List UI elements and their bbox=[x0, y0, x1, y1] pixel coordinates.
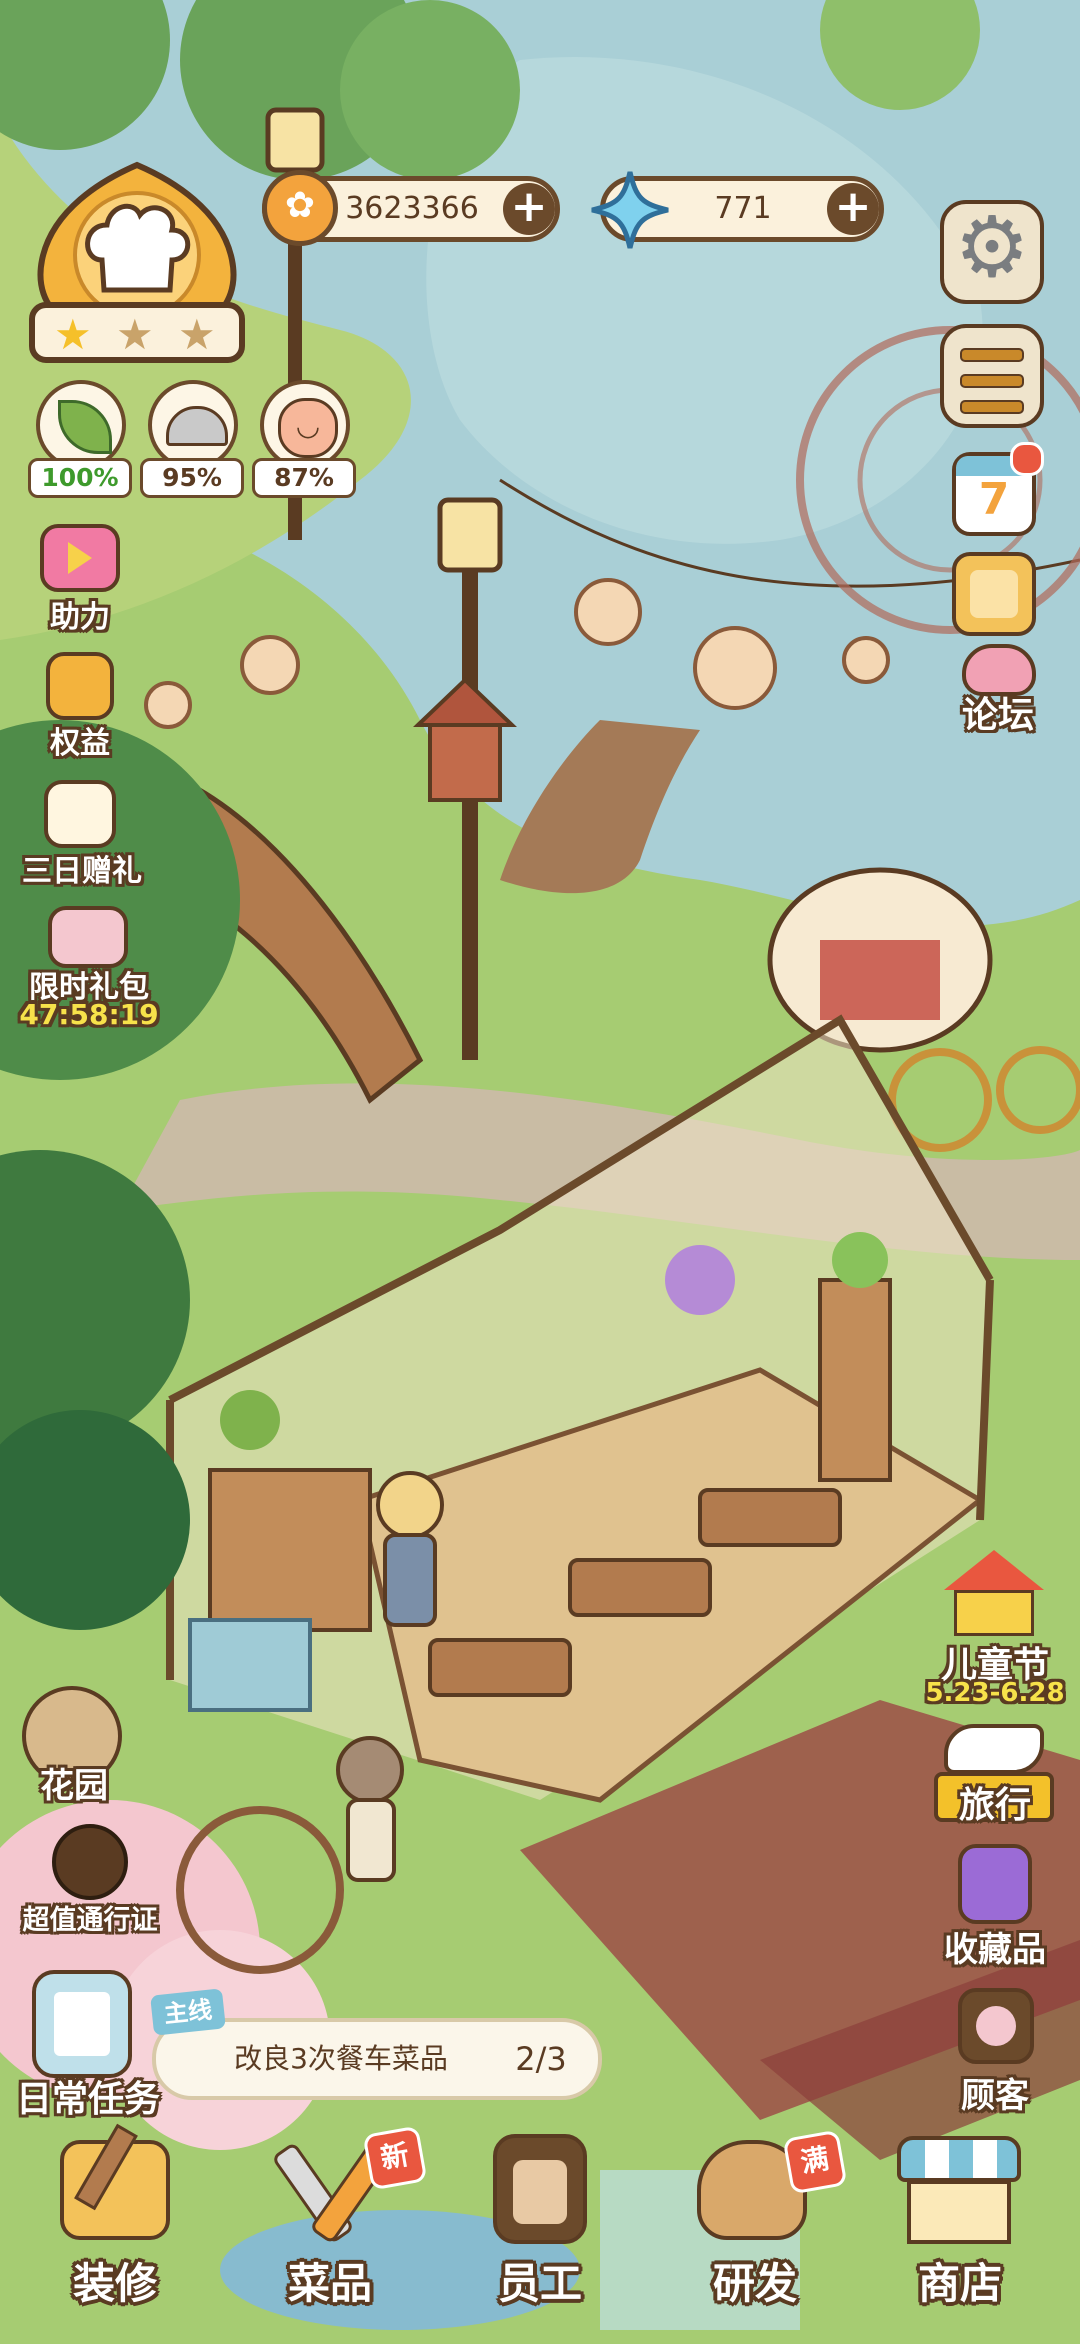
airplane-icon bbox=[944, 1724, 1044, 1774]
paint-bucket-icon bbox=[60, 2123, 170, 2240]
dog-mascot-icon bbox=[52, 1824, 128, 1900]
customers-button[interactable]: 顾客 bbox=[920, 1984, 1070, 2116]
three-day-gift-label: 三日赠礼 bbox=[22, 854, 142, 889]
stat-circle bbox=[36, 380, 126, 470]
garden-button[interactable]: 花园 bbox=[14, 1680, 134, 1810]
menu-button[interactable] bbox=[940, 324, 1044, 428]
benefits-label: 权益 bbox=[50, 726, 110, 761]
picture-icon bbox=[970, 570, 1018, 618]
travel-label: 旅行 bbox=[958, 1785, 1031, 1826]
limited-pack-timer: 47:58:19 bbox=[19, 998, 159, 1031]
photo-album-button[interactable] bbox=[952, 552, 1036, 636]
nav-shop-button[interactable]: 商店 bbox=[885, 2130, 1035, 2310]
collection-label: 收藏品 bbox=[944, 1930, 1046, 1970]
stat-circle: ◡ bbox=[260, 380, 350, 470]
smiley-icon: ◡ bbox=[278, 398, 338, 458]
childrens-day-dates: 5.23-6.28 bbox=[925, 1678, 1065, 1708]
nav-staff-label: 员工 bbox=[497, 2259, 582, 2308]
forum-label: 论坛 bbox=[961, 695, 1034, 736]
customers-label: 顾客 bbox=[961, 2076, 1029, 2116]
nav-decorate-button[interactable]: 装修 bbox=[40, 2123, 190, 2310]
stat-circle bbox=[148, 380, 238, 470]
star-icon: ★ bbox=[116, 310, 154, 359]
quest-text: 改良3次餐车菜品 bbox=[234, 2042, 448, 2075]
daily-tasks-label: 日常任务 bbox=[15, 2079, 160, 2120]
garden-label: 花园 bbox=[40, 1766, 108, 1806]
collection-button[interactable]: 收藏品 bbox=[920, 1840, 1070, 1970]
gift-shop-icon bbox=[48, 906, 128, 968]
gem-amount: 771 bbox=[714, 191, 772, 226]
nav-staff-button[interactable]: 员工 bbox=[465, 2130, 615, 2310]
clipboard-icon bbox=[32, 1970, 132, 2078]
quest-progress: 2/3 bbox=[515, 2040, 567, 2078]
coin-amount: 3623366 bbox=[345, 191, 479, 226]
nav-shop-label: 商店 bbox=[917, 2259, 1002, 2308]
gift-letter-icon bbox=[44, 780, 116, 848]
shop-awning-icon bbox=[897, 2136, 1021, 2246]
staff-badge-icon bbox=[493, 2134, 587, 2244]
daily-tasks-button[interactable]: 日常任务 bbox=[8, 1966, 168, 2120]
cloche-icon bbox=[166, 406, 228, 446]
full-badge: 满 bbox=[782, 2129, 848, 2195]
forum-button[interactable]: 论坛 bbox=[948, 640, 1048, 740]
customer-book-icon bbox=[958, 1988, 1034, 2064]
support-button[interactable]: 助力 bbox=[20, 520, 140, 635]
stat-freshness[interactable]: 100% bbox=[28, 380, 138, 500]
travel-button[interactable]: 旅行 bbox=[920, 1720, 1070, 1830]
quest-tag: 主线 bbox=[150, 1988, 226, 2036]
pass-label: 超值通行证 bbox=[22, 1905, 158, 1936]
calendar-day: 7 bbox=[978, 474, 1010, 525]
fork-spoon-icon bbox=[271, 2140, 393, 2245]
pass-button[interactable]: 超值通行证 bbox=[10, 1818, 170, 1938]
nav-research-label: 研发 bbox=[712, 2259, 797, 2308]
carousel-icon bbox=[944, 1550, 1044, 1640]
add-coins-button[interactable]: + bbox=[503, 183, 555, 235]
star-icon: ★ bbox=[178, 310, 216, 359]
chef-level-badge[interactable]: ★ ★ ★ bbox=[22, 150, 252, 380]
service-value: 95% bbox=[140, 458, 244, 498]
nav-research-button[interactable]: 满 研发 bbox=[675, 2129, 848, 2310]
vip-card-icon bbox=[46, 652, 114, 720]
list-icon bbox=[960, 348, 1024, 414]
gear-icon: ⚙ bbox=[954, 198, 1030, 296]
leaf-icon bbox=[58, 400, 112, 454]
support-label: 助力 bbox=[50, 600, 110, 635]
nav-dishes-button[interactable]: 新 菜品 bbox=[255, 2125, 428, 2310]
stat-service[interactable]: 95% bbox=[140, 380, 250, 500]
limited-pack-button[interactable]: 限时礼包 47:58:19 bbox=[14, 900, 164, 1040]
freshness-value: 100% bbox=[28, 458, 132, 498]
star-icon: ★ bbox=[54, 310, 92, 359]
video-tv-icon bbox=[40, 524, 120, 592]
settings-button[interactable]: ⚙ bbox=[940, 198, 1044, 304]
stat-satisfaction[interactable]: ◡ 87% bbox=[252, 380, 362, 500]
cabinet-icon bbox=[958, 1844, 1032, 1924]
gem-icon bbox=[588, 168, 672, 252]
main-quest-bar[interactable]: 改良3次餐车菜品 2/3 bbox=[152, 2018, 602, 2100]
three-day-gift-button[interactable]: 三日赠礼 bbox=[14, 774, 150, 889]
childrens-day-button[interactable]: 儿童节 5.23-6.28 bbox=[910, 1550, 1080, 1710]
nav-dishes-label: 菜品 bbox=[287, 2259, 372, 2308]
nav-decorate-label: 装修 bbox=[72, 2259, 157, 2308]
satisfaction-value: 87% bbox=[252, 458, 356, 498]
benefits-button[interactable]: 权益 bbox=[20, 646, 140, 761]
add-gems-button[interactable]: + bbox=[827, 183, 879, 235]
notification-dot bbox=[1010, 442, 1044, 476]
paw-coin-icon: ✿ bbox=[262, 170, 338, 246]
new-badge: 新 bbox=[362, 2125, 428, 2191]
